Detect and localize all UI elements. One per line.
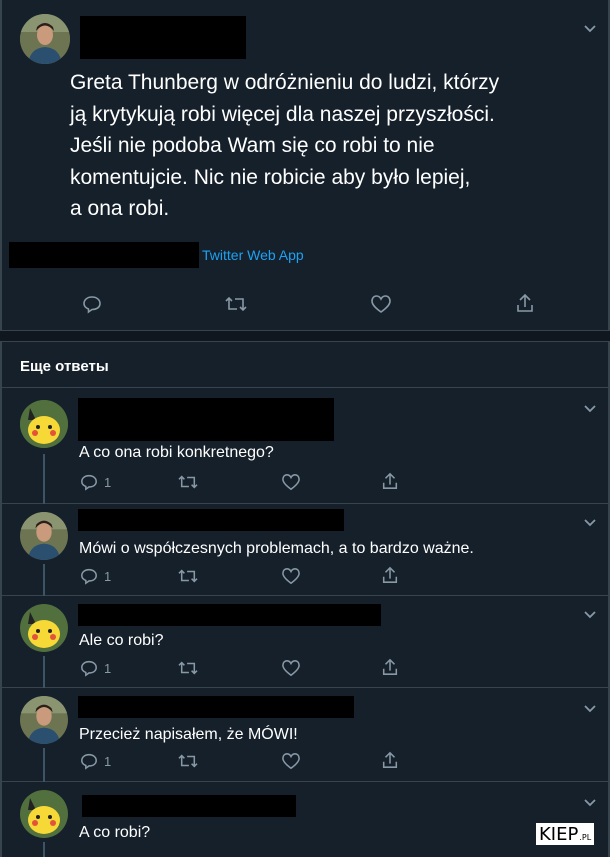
- chevron-down-icon[interactable]: [583, 798, 597, 808]
- reply-icon: [81, 753, 97, 770]
- retweet-button[interactable]: [177, 752, 199, 770]
- like-button[interactable]: [370, 294, 392, 314]
- watermark-logo: KIEP .PL: [536, 823, 595, 845]
- retweet-icon: [178, 475, 198, 489]
- reply-tweet[interactable]: A co robi?: [0, 782, 610, 857]
- share-icon: [382, 566, 398, 583]
- reply-tweet[interactable]: Przecież napisałem, że MÓWI! 1: [0, 688, 610, 782]
- avatar-pikachu[interactable]: [20, 400, 68, 448]
- thread-line: [43, 454, 45, 504]
- reply-icon: [81, 568, 97, 585]
- avatar-person[interactable]: [20, 14, 70, 64]
- retweet-button[interactable]: [224, 294, 248, 314]
- like-button[interactable]: [281, 473, 301, 491]
- reply-text: Przecież napisałem, że MÓWI!: [79, 726, 298, 743]
- reply-tweet[interactable]: Mówi o współczesnych problemach, a to ba…: [0, 504, 610, 596]
- reply-button[interactable]: 1: [80, 473, 111, 491]
- watermark-suffix: .PL: [579, 833, 592, 842]
- share-button[interactable]: [381, 472, 399, 490]
- share-button[interactable]: [515, 293, 535, 313]
- reply-button[interactable]: 1: [80, 752, 111, 770]
- watermark-main: KIEP: [539, 823, 579, 845]
- more-replies-title: Еще ответы: [20, 358, 109, 375]
- reply-button[interactable]: [82, 294, 102, 314]
- username-redaction: [78, 398, 334, 441]
- reply-icon: [81, 474, 97, 491]
- tweet-text: Greta Thunberg w odróżnieniu do ludzi, k…: [70, 71, 500, 220]
- thread-line: [43, 656, 45, 688]
- reply-text: A co ona robi konkretnego?: [79, 444, 274, 461]
- share-icon: [382, 751, 398, 768]
- like-icon: [282, 753, 300, 770]
- thread-line: [43, 842, 45, 857]
- like-icon: [282, 474, 300, 491]
- reply-text: A co robi?: [79, 824, 151, 841]
- username-redaction: [78, 604, 381, 626]
- retweet-button[interactable]: [177, 659, 199, 677]
- share-button[interactable]: [381, 658, 399, 676]
- chevron-down-icon[interactable]: [583, 404, 597, 414]
- like-icon: [371, 295, 391, 313]
- reply-button[interactable]: 1: [80, 659, 111, 677]
- like-button[interactable]: [281, 659, 301, 677]
- reply-tweet[interactable]: A co ona robi konkretnego? 1: [0, 388, 610, 504]
- retweet-icon: [178, 661, 198, 675]
- like-button[interactable]: [281, 752, 301, 770]
- thread-line: [43, 748, 45, 782]
- retweet-icon: [178, 754, 198, 768]
- share-icon: [382, 472, 398, 489]
- reply-count: 1: [104, 474, 112, 490]
- avatar-person[interactable]: [20, 512, 68, 560]
- main-tweet: Greta Thunberg w odróżnieniu do ludzi, k…: [0, 0, 610, 330]
- reply-text: Mówi o współczesnych problemach, a to ba…: [79, 540, 474, 557]
- chevron-down-icon[interactable]: [583, 518, 597, 528]
- more-replies-header: Еще ответы: [0, 342, 610, 388]
- reply-count: 1: [104, 660, 112, 676]
- avatar-person[interactable]: [20, 696, 68, 744]
- reply-button[interactable]: 1: [80, 567, 111, 585]
- retweet-icon: [225, 296, 247, 312]
- like-button[interactable]: [281, 567, 301, 585]
- chevron-down-icon[interactable]: [583, 24, 597, 34]
- timestamp-redaction: [9, 242, 199, 268]
- username-redaction: [82, 795, 296, 817]
- share-button[interactable]: [381, 566, 399, 584]
- chevron-down-icon[interactable]: [583, 704, 597, 714]
- like-icon: [282, 568, 300, 585]
- thread-line: [43, 564, 45, 596]
- retweet-icon: [178, 569, 198, 583]
- reply-count: 1: [104, 753, 112, 769]
- username-redaction: [78, 696, 354, 718]
- reply-tweet[interactable]: Ale co robi? 1: [0, 596, 610, 688]
- tweet-source-link[interactable]: Twitter Web App: [202, 247, 304, 263]
- username-redaction: [78, 509, 344, 531]
- reply-icon: [83, 296, 101, 314]
- username-redaction: [80, 16, 246, 59]
- reply-icon: [81, 660, 97, 677]
- avatar-pikachu[interactable]: [20, 790, 68, 838]
- retweet-button[interactable]: [177, 567, 199, 585]
- reply-count: 1: [104, 568, 112, 584]
- chevron-down-icon[interactable]: [583, 610, 597, 620]
- share-icon: [382, 658, 398, 675]
- section-separator: [0, 330, 610, 342]
- reply-text: Ale co robi?: [79, 632, 164, 649]
- share-icon: [517, 293, 533, 312]
- like-icon: [282, 660, 300, 677]
- retweet-button[interactable]: [177, 473, 199, 491]
- share-button[interactable]: [381, 751, 399, 769]
- avatar-pikachu[interactable]: [20, 604, 68, 652]
